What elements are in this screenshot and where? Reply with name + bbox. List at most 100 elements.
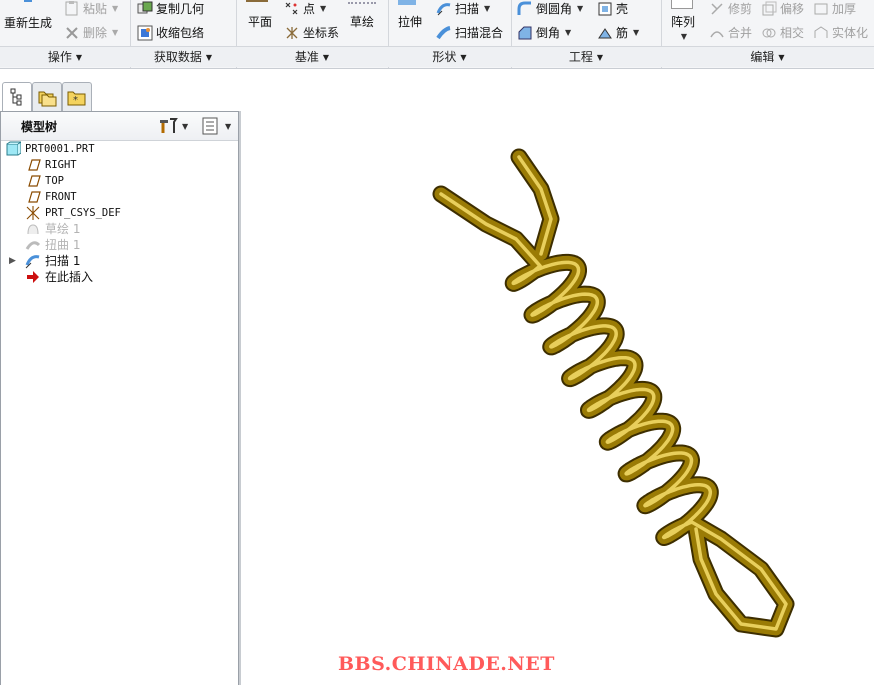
csys-icon	[284, 25, 300, 41]
spring-wire	[434, 187, 793, 636]
group-label-get-data[interactable]: 获取数据 ▼	[130, 46, 236, 67]
thicken-icon	[813, 1, 829, 17]
solidify-button[interactable]: 实体化	[813, 24, 868, 41]
rib-icon	[597, 25, 613, 41]
offset-button[interactable]: 偏移	[761, 0, 804, 17]
tools-icon	[160, 118, 178, 133]
group-shapes: 拉伸 扫描 ▼ 扫描混合 形状 ▼	[388, 0, 512, 68]
group-label-engineering[interactable]: 工程 ▼	[511, 46, 661, 67]
datum-plane-icon	[25, 157, 41, 173]
extrude-icon	[398, 0, 416, 5]
regenerate-button[interactable]: 重新生成	[4, 0, 52, 31]
plane-button[interactable]: 平面	[248, 13, 272, 30]
csys-icon	[25, 205, 41, 221]
group-datum: 平面 点 ▼ 坐标系 草绘 基准 ▼	[236, 0, 389, 68]
solidify-icon	[813, 25, 829, 41]
chevron-down-icon: ▼	[225, 121, 232, 131]
swept-blend-button[interactable]: 扫描混合	[436, 24, 503, 41]
copy-geometry-button[interactable]: 复制几何	[137, 0, 204, 17]
pattern-icon	[671, 0, 693, 9]
swept-blend-icon	[436, 25, 452, 41]
graphics-viewport[interactable]	[241, 69, 874, 685]
sweep-button[interactable]: 扫描 ▼	[436, 0, 490, 17]
point-button[interactable]: 点 ▼	[284, 0, 326, 17]
model-tree-icon	[10, 88, 22, 106]
csys-button[interactable]: 坐标系	[284, 24, 339, 41]
pattern-button[interactable]: 阵列 ▼	[671, 13, 695, 41]
spring-wire	[439, 192, 788, 631]
chevron-down-icon: ▼	[320, 4, 327, 13]
svg-text:*: *	[73, 95, 78, 106]
delete-button[interactable]: 删除 ▼	[64, 24, 118, 41]
point-icon	[284, 1, 300, 17]
tree-item-right-plane[interactable]: RIGHT	[25, 157, 77, 173]
datum-plane-icon	[25, 189, 41, 205]
model-tree-panel: 模型树 ▼ ▼ PRT0001.PRT RIGHT TOP FRONT PRT_…	[0, 111, 239, 685]
sweep-icon	[436, 1, 452, 17]
merge-icon	[709, 25, 725, 41]
chevron-down-icon: ▼	[778, 52, 785, 62]
folder-icon	[38, 91, 57, 107]
tab-folder-browser[interactable]	[32, 82, 62, 111]
tree-item-insert-here[interactable]: 在此插入	[25, 269, 93, 285]
group-editing: 阵列 ▼ 修剪 偏移 加厚 合并 相交 实体化 编辑 ▼	[661, 0, 874, 68]
extrude-button[interactable]: 拉伸	[398, 13, 422, 30]
round-button[interactable]: 倒圆角 ▼	[517, 0, 583, 17]
tree-item-sweep[interactable]: ▶ 扫描 1	[9, 253, 80, 269]
tree-settings-button[interactable]: ▼	[158, 117, 188, 135]
shell-button[interactable]: 壳	[597, 0, 628, 17]
tree-item-top-plane[interactable]: TOP	[25, 173, 64, 189]
chevron-down-icon: ▼	[205, 52, 213, 62]
chevron-down-icon: ▼	[75, 52, 83, 62]
tree-item-part[interactable]: PRT0001.PRT	[5, 141, 95, 157]
watermark: BBS.CHINADE.NET	[338, 653, 555, 675]
sweep-feature-icon	[25, 253, 41, 269]
shrinkwrap-icon	[137, 25, 153, 41]
tree-show-button[interactable]: ▼	[201, 117, 231, 135]
tree-item-sketch[interactable]: 草绘 1	[25, 221, 80, 237]
tree-item-front-plane[interactable]: FRONT	[25, 189, 77, 205]
tree-item-csys[interactable]: PRT_CSYS_DEF	[25, 205, 121, 221]
chevron-down-icon: ▼	[460, 52, 467, 62]
offset-icon	[761, 1, 777, 17]
group-engineering: 倒圆角 ▼ 倒角 ▼ 壳 筋 ▼ 工程 ▼	[511, 0, 662, 68]
sketch-button[interactable]: 草绘	[350, 13, 374, 30]
group-label-shapes[interactable]: 形状 ▼	[388, 46, 511, 67]
group-label-editing[interactable]: 编辑 ▼	[661, 46, 874, 67]
regenerate-icon	[20, 0, 36, 12]
chevron-down-icon: ▼	[565, 28, 572, 37]
sketch-icon	[25, 221, 41, 237]
chevron-down-icon: ▼	[112, 4, 119, 13]
spring-model	[432, 148, 795, 638]
tree-item-warp[interactable]: 扭曲 1	[25, 237, 80, 253]
chamfer-button[interactable]: 倒角 ▼	[517, 24, 571, 41]
merge-button[interactable]: 合并	[709, 24, 752, 41]
rib-button[interactable]: 筋 ▼	[597, 24, 639, 41]
group-label-operations[interactable]: 操作 ▼	[0, 46, 130, 67]
tab-favorites[interactable]: *	[62, 82, 92, 111]
ribbon: 重新生成 粘贴 ▼ 删除 ▼ 操作 ▼ 复制几何 收缩包络 获取数据 ▼ 平面 …	[0, 0, 874, 69]
round-icon	[517, 1, 533, 17]
group-get-data: 复制几何 收缩包络 获取数据 ▼	[130, 0, 237, 68]
paste-icon	[64, 0, 80, 17]
chevron-down-icon: ▼	[182, 121, 189, 131]
chevron-down-icon: ▼	[596, 52, 604, 62]
group-label-datum[interactable]: 基准 ▼	[236, 46, 388, 67]
chevron-down-icon: ▼	[680, 32, 688, 41]
intersect-button[interactable]: 相交	[761, 24, 804, 41]
model-tree-title: 模型树	[21, 120, 58, 134]
close-icon	[64, 25, 80, 41]
trim-button[interactable]: 修剪	[709, 0, 752, 17]
favorites-folder-icon: *	[67, 91, 86, 106]
thicken-button[interactable]: 加厚	[813, 0, 856, 17]
chevron-down-icon: ▼	[322, 52, 330, 62]
chamfer-icon	[517, 25, 533, 41]
tab-model-tree[interactable]	[2, 82, 32, 112]
shell-icon	[597, 1, 613, 17]
list-icon	[202, 117, 218, 135]
chevron-down-icon: ▼	[577, 4, 584, 13]
paste-button[interactable]: 粘贴 ▼	[64, 0, 118, 17]
expand-arrow-icon[interactable]: ▶	[9, 253, 21, 269]
trim-icon	[709, 1, 725, 17]
shrinkwrap-button[interactable]: 收缩包络	[137, 24, 204, 41]
